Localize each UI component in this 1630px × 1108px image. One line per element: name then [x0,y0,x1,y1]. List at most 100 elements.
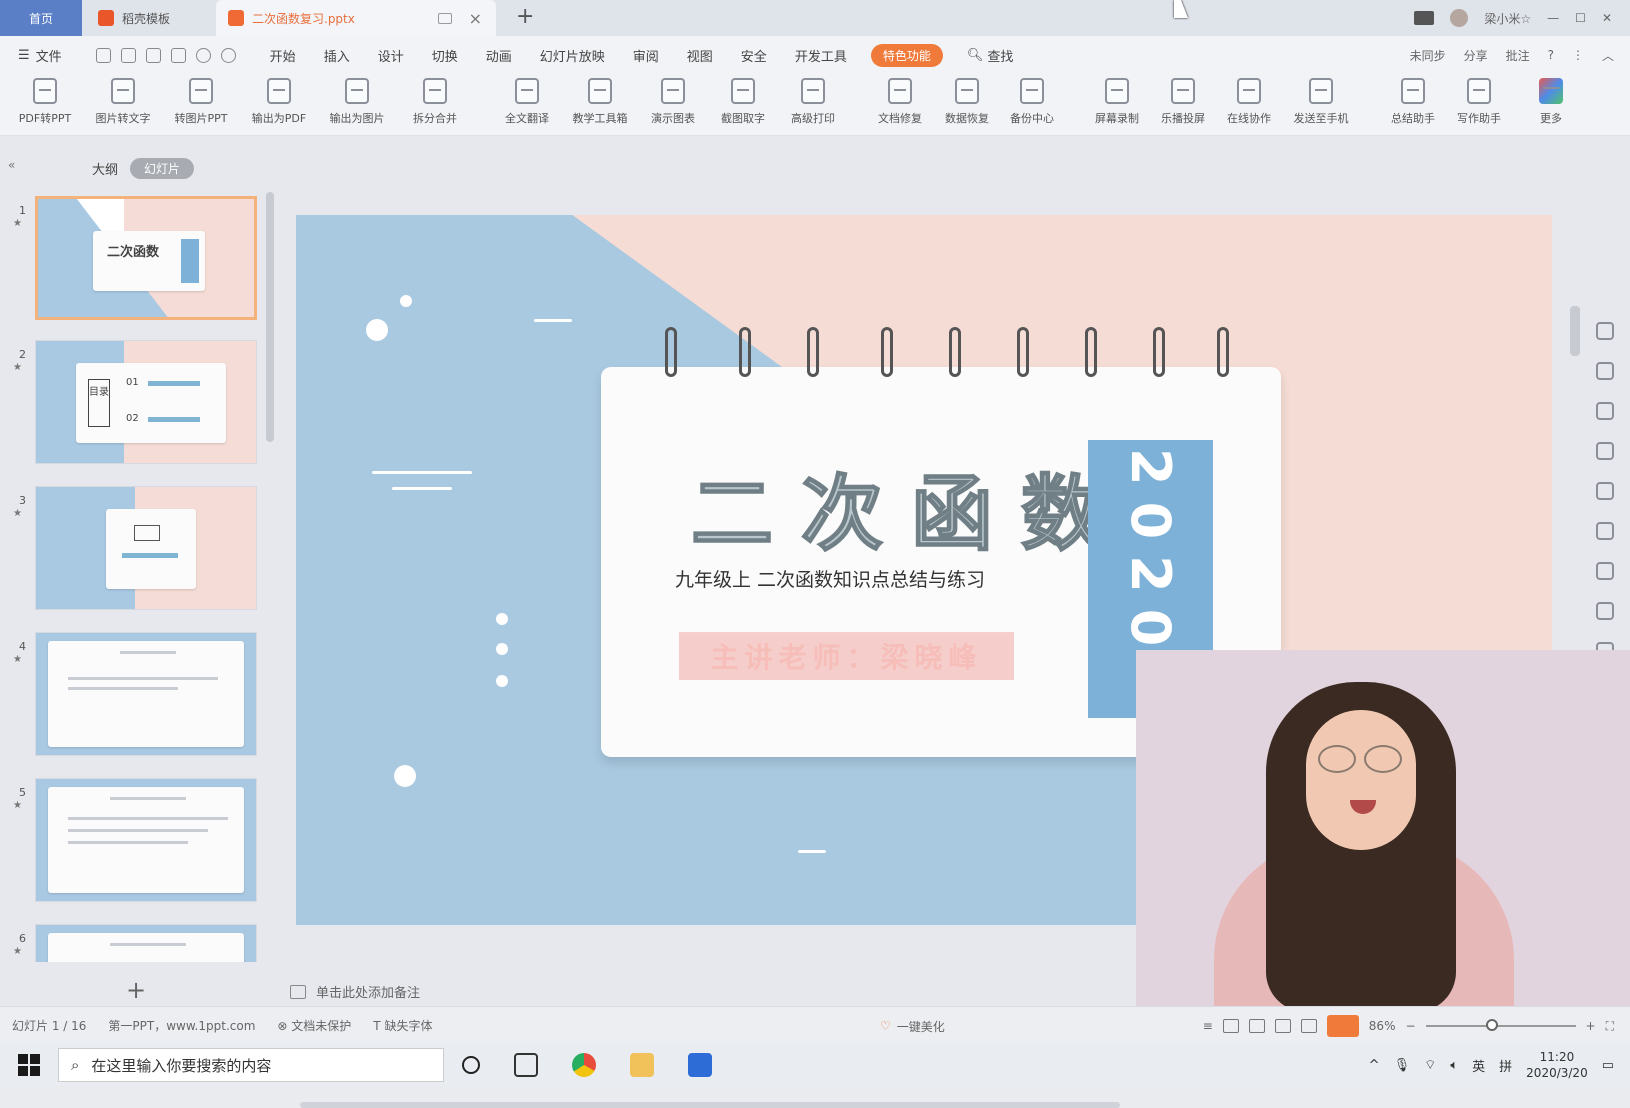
summary-helper-button[interactable]: 总结助手 [1378,78,1448,126]
split-merge-button[interactable]: 拆分合并 [400,78,470,126]
slide-title[interactable]: 二次函数 [690,447,1131,566]
slide-subtitle[interactable]: 九年级上 二次函数知识点总结与练习 [675,565,985,592]
thumbnail-scrollbar[interactable] [266,192,274,442]
screenshot-ocr-button[interactable]: 截图取字 [708,78,778,126]
special-features-button[interactable]: 特色功能 [870,43,943,67]
menu-insert[interactable]: 插入 [324,46,350,65]
slide-thumb-3[interactable] [35,486,257,610]
monitor-icon[interactable] [438,12,452,24]
network-icon[interactable]: ⌔ [1424,1057,1436,1073]
zoom-out-icon[interactable]: − [1405,1019,1415,1033]
sync-status[interactable]: 未同步 [1410,47,1446,64]
data-recovery-button[interactable]: 数据恢复 [932,78,1002,126]
file-explorer-icon[interactable] [630,1053,654,1077]
chrome-icon[interactable] [572,1053,596,1077]
volume-icon[interactable]: 🔈︎ [1450,1058,1458,1073]
doc-repair-button[interactable]: 文档修复 [865,78,935,126]
windows-start-icon[interactable] [18,1054,40,1076]
redo-icon[interactable] [220,47,236,63]
fit-window-icon[interactable]: ⛶ [1606,1019,1614,1034]
zoom-thumb[interactable] [1485,1019,1498,1031]
export-icon[interactable] [120,47,136,63]
theme-icon[interactable] [1596,322,1614,340]
more-button[interactable]: 更多 [1516,78,1586,126]
menu-animation[interactable]: 动画 [486,46,512,65]
chart-panel-icon[interactable] [1596,522,1614,540]
ime-mode[interactable]: 拼 [1499,1056,1512,1075]
demo-chart-button[interactable]: 演示图表 [638,78,708,126]
image-to-text-button[interactable]: 图片转文字 [88,78,158,126]
year-text[interactable]: 2020 [1088,448,1213,662]
help-icon[interactable]: ? [1548,48,1554,62]
cast-screen-button[interactable]: 乐播投屏 [1148,78,1218,126]
slide-thumb-1[interactable]: 二次函数 [35,196,257,320]
clock[interactable]: 11:20 2020/3/20 [1526,1049,1588,1081]
notes-area[interactable]: 单击此处添加备注 [290,982,420,1001]
collapse-ribbon-icon[interactable]: ︿ [1602,47,1614,64]
export-image-button[interactable]: 输出为图片 [322,78,392,126]
close-window-icon[interactable]: ✕ [1602,11,1612,25]
teaching-tools-button[interactable]: 教学工具箱 [565,78,635,126]
zoom-level[interactable]: 86% [1369,1019,1396,1033]
protect-status[interactable]: ⊗ 文档未保护 [277,1017,351,1034]
new-tab-button[interactable]: + [516,4,534,29]
taskbar-search[interactable]: ⌕ 在这里输入你要搜索的内容 [58,1048,444,1082]
wps-writer-icon[interactable] [688,1053,712,1077]
notes-toggle-icon[interactable]: ≡ [1203,1019,1213,1033]
maximize-icon[interactable]: ☐ [1575,11,1586,25]
tab-document[interactable]: 二次函数复习.pptx × [216,0,496,36]
writing-helper-button[interactable]: 写作助手 [1444,78,1514,126]
horizontal-scrollbar[interactable] [300,1102,1120,1108]
preview-icon[interactable] [170,47,186,63]
translate-button[interactable]: 全文翻译 [492,78,562,126]
menu-review[interactable]: 审阅 [633,46,659,65]
menu-transitions[interactable]: 切换 [432,46,458,65]
undo-icon[interactable] [195,47,211,63]
animation-panel-icon[interactable] [1596,402,1614,420]
tab-docer-templates[interactable]: 稻壳模板 [84,0,214,36]
missing-font[interactable]: T 缺失字体 [373,1017,432,1034]
tab-home[interactable]: 首页 [0,0,82,36]
backup-center-button[interactable]: 备份中心 [997,78,1067,126]
notification-icon[interactable]: ▭ [1602,1058,1614,1073]
file-menu[interactable]: ☰ 文件 [18,46,62,65]
advanced-print-button[interactable]: 高级打印 [778,78,848,126]
collapse-panel-icon[interactable]: « [8,158,15,172]
close-tab-icon[interactable]: × [469,9,482,28]
backup-panel-icon[interactable] [1596,602,1614,620]
slide-thumb-6[interactable] [35,924,257,962]
more-icon[interactable]: ⋮ [1572,48,1584,62]
sorter-view-icon[interactable] [1248,1019,1265,1033]
screen-record-button[interactable]: 屏幕录制 [1082,78,1152,126]
avatar[interactable] [1450,9,1469,27]
collab-button[interactable]: 在线协作 [1214,78,1284,126]
cortana-icon[interactable] [462,1056,480,1074]
tab-outline[interactable]: 大纲 [92,159,118,178]
zoom-in-icon[interactable]: + [1586,1019,1596,1033]
settings-sliders-icon[interactable] [1596,562,1614,580]
send-phone-button[interactable]: 发送至手机 [1286,78,1356,126]
play-slideshow-button[interactable] [1326,1015,1359,1037]
share-button[interactable]: 分享 [1464,47,1488,64]
export-pdf-button[interactable]: 输出为PDF [244,78,314,126]
normal-view-icon[interactable] [1222,1019,1239,1033]
vertical-scrollbar[interactable] [1570,306,1580,356]
layout-panel-icon[interactable] [1596,362,1614,380]
tab-slides[interactable]: 幻灯片 [130,158,195,179]
save-icon[interactable] [95,47,111,63]
slide-thumb-2[interactable]: 目录 01 02 [35,340,257,464]
print-icon[interactable] [145,47,161,63]
ime-indicator[interactable]: 英 [1472,1056,1485,1075]
add-slide-button[interactable]: + [126,976,146,1004]
zoom-slider[interactable] [1425,1019,1576,1031]
layout-icon[interactable] [1414,11,1435,25]
menu-security[interactable]: 安全 [741,46,767,65]
minimize-icon[interactable]: — [1547,11,1559,25]
shape-icon[interactable] [1596,442,1614,460]
beautify-button[interactable]: ♡ 一键美化 [880,1007,945,1045]
user-name[interactable]: 梁小米☆ [1484,10,1531,27]
table-icon[interactable] [1596,482,1614,500]
menu-slideshow[interactable]: 幻灯片放映 [540,46,605,65]
presenter-label[interactable]: 主讲老师：梁晓峰 [679,632,1014,680]
to-image-ppt-button[interactable]: 转图片PPT [166,78,236,126]
